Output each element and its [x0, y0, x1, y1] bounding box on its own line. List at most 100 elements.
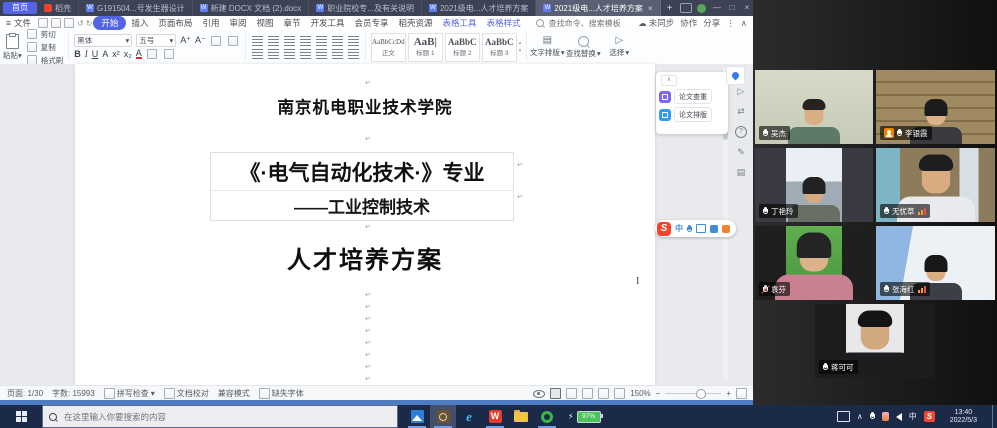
style-heading1[interactable]: AaB| 标题 1 [408, 33, 443, 62]
home-tab[interactable]: 首页 [3, 2, 37, 14]
align-right-icon[interactable] [283, 48, 296, 60]
command-search-input[interactable] [547, 18, 651, 29]
sort-icon[interactable] [331, 35, 344, 47]
read-mode-icon[interactable] [598, 388, 609, 399]
phonetic-guide-icon[interactable] [228, 36, 238, 46]
taskbar-app-wps[interactable]: W [482, 405, 508, 428]
tray-app-icon[interactable] [882, 412, 889, 421]
maximize-button[interactable]: □ [724, 0, 739, 16]
ime-indicator[interactable]: 中 [909, 411, 917, 422]
video-tile[interactable]: 无忧草 [876, 148, 995, 222]
document-tab[interactable]: W 职业院校专...及有关说明 [309, 0, 422, 16]
zoom-in-button[interactable]: + [726, 389, 731, 398]
collapse-panel-icon[interactable]: ∧ [661, 75, 677, 86]
tab-docer[interactable]: 稻壳 [37, 0, 79, 16]
paste-button[interactable]: 粘贴▾ [3, 34, 22, 61]
taskbar-clock[interactable]: 13:40 2022/5/3 [950, 409, 977, 425]
ime-voice-icon[interactable] [687, 225, 692, 233]
menu-tab-insert[interactable]: 插入 [126, 17, 153, 29]
taskbar-app-browser[interactable] [534, 405, 560, 428]
justify-icon[interactable] [299, 48, 312, 60]
document-tab[interactable]: W 新建 DOCX 文档 (2).docx [193, 0, 310, 16]
styles-gallery-scroll[interactable]: ▴▾ [519, 40, 522, 54]
numbered-list-icon[interactable] [267, 35, 280, 47]
account-avatar[interactable] [697, 4, 706, 13]
style-heading3[interactable]: AaBbC 标题 3 [482, 33, 517, 62]
bold-button[interactable]: B [74, 49, 81, 59]
superscript-button[interactable]: x² [112, 49, 120, 59]
ime-keyboard-icon[interactable] [696, 224, 706, 233]
taskbar-search-input[interactable] [62, 411, 346, 423]
paper-check-row[interactable]: 论文查重 [659, 89, 725, 104]
new-tab-button[interactable]: + [667, 3, 673, 14]
compatibility-mode-label[interactable]: 兼容模式 [218, 388, 250, 399]
menu-tab-developer[interactable]: 开发工具 [306, 17, 350, 29]
zoom-level[interactable]: 150% [630, 389, 650, 398]
location-pin-button[interactable] [726, 66, 745, 85]
document-tab[interactable]: W G191504...号发生器设计 [79, 0, 193, 16]
tray-mic-icon[interactable] [870, 412, 875, 421]
start-button[interactable] [0, 405, 42, 428]
menu-tab-view[interactable]: 视图 [251, 17, 278, 29]
help-icon[interactable]: ? [735, 126, 747, 138]
align-center-icon[interactable] [267, 48, 280, 60]
more-menu-icon[interactable]: ⋮ [726, 18, 735, 29]
borders-icon[interactable] [347, 48, 360, 60]
video-tile[interactable]: 丁艳玲 [755, 148, 873, 222]
menu-tab-member[interactable]: 会员专享 [350, 17, 394, 29]
skin-theme-icon[interactable] [680, 3, 692, 13]
share-button[interactable]: 分享 [703, 17, 720, 29]
cut-button[interactable]: 剪切 [26, 29, 64, 40]
document-tab[interactable]: W 2021级电...人才培养方案 [422, 0, 536, 16]
menu-tab-section[interactable]: 章节 [278, 17, 305, 29]
align-left-icon[interactable] [251, 48, 264, 60]
select-tool[interactable]: ▷ 选择▾ [601, 30, 637, 64]
outline-view-icon[interactable] [566, 388, 577, 399]
video-tile[interactable]: 李银霞 [876, 70, 995, 144]
zoom-out-button[interactable]: − [656, 389, 661, 398]
menu-tab-home[interactable]: 开始 [93, 16, 126, 30]
video-tile[interactable]: 吴杰 [755, 70, 873, 144]
save-icon[interactable] [38, 18, 48, 28]
web-layout-view-icon[interactable] [582, 388, 593, 399]
menu-tab-page-layout[interactable]: 页面布局 [153, 17, 197, 29]
word-count[interactable]: 字数: 15993 [52, 388, 95, 399]
video-tile[interactable]: 蒋可可 [815, 304, 935, 378]
fullscreen-icon[interactable] [736, 388, 747, 399]
taskbar-search[interactable] [42, 405, 398, 428]
print-layout-view-icon[interactable] [550, 388, 561, 399]
show-marks-icon[interactable] [347, 35, 360, 47]
hidden-icons-chevron[interactable]: ∧ [857, 412, 863, 421]
line-spacing-icon[interactable] [315, 48, 328, 60]
shading-icon[interactable] [331, 48, 344, 60]
show-desktop-button[interactable] [992, 405, 997, 428]
close-tab-icon[interactable]: × [648, 4, 653, 13]
missing-font-button[interactable]: 缺失字体 [259, 388, 304, 399]
taskbar-app-ie[interactable]: e [456, 405, 482, 428]
menu-tab-table-tools[interactable]: 表格工具 [438, 17, 482, 29]
tablet-mode-icon[interactable] [837, 411, 850, 422]
document-page[interactable]: ↵ 南京机电职业技术学院 ↵ 《·电气自动化技术·》专业 ——工业控制技术 ↵ … [75, 64, 655, 385]
print-preview-icon[interactable] [64, 18, 74, 28]
text-typeset-tool[interactable]: ▤ 文字排版▾ [529, 30, 565, 64]
style-normal[interactable]: AaBbCcDd 正文 [371, 33, 406, 62]
clear-format-icon[interactable] [211, 36, 221, 46]
collaborate-button[interactable]: 协作 [680, 17, 697, 29]
copy-button[interactable]: 复制 [26, 42, 64, 53]
font-name-combo[interactable]: 黑体▾ [74, 34, 132, 47]
taskbar-app-meeting[interactable] [430, 405, 456, 428]
font-size-combo[interactable]: 五号▾ [136, 34, 176, 47]
taskbar-app-explorer[interactable] [508, 405, 534, 428]
taskbar-app-photos[interactable] [404, 405, 430, 428]
ime-mode-label[interactable]: 中 [675, 223, 683, 234]
video-tile[interactable]: 袁芬 [755, 226, 873, 300]
strikethrough-button[interactable]: A [102, 49, 108, 59]
style-heading2[interactable]: AaBbC 标题 2 [445, 33, 480, 62]
document-tab-active[interactable]: W 2021级电...人才培养方案 × [536, 0, 660, 16]
battery-indicator[interactable]: ⚡ 97% [568, 411, 601, 423]
pen-annotate-icon[interactable]: ✎ [737, 147, 745, 158]
video-tile[interactable]: 张海红 [876, 226, 995, 300]
shrink-font-button[interactable]: A⁻ [195, 35, 206, 46]
menu-tab-review[interactable]: 审阅 [224, 17, 251, 29]
cursor-tool-icon[interactable]: ▷ [738, 86, 745, 97]
